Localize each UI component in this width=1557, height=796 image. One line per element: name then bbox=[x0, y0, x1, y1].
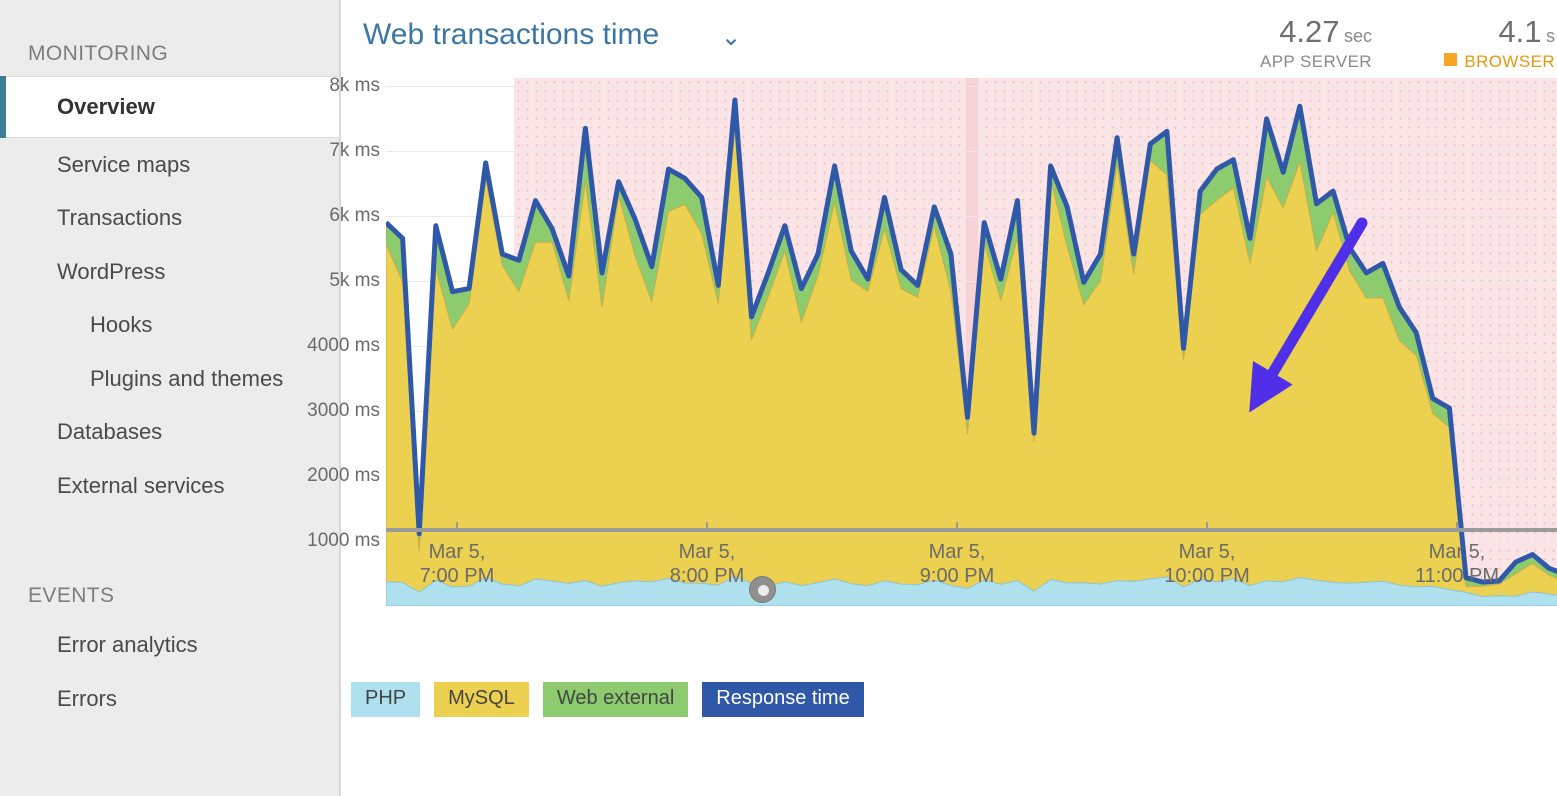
sidebar-item-label: Errors bbox=[57, 685, 117, 711]
chart-plot-area[interactable]: 8k ms 7k ms 6k ms 5k ms 4000 ms 3000 ms … bbox=[307, 75, 1557, 606]
sidebar-item-label: Overview bbox=[57, 94, 155, 119]
x-axis-tick-label: Mar 5, 8:00 PM bbox=[670, 540, 744, 588]
sidebar-item-plugins-and-themes[interactable]: Plugins and themes bbox=[0, 352, 339, 406]
chart-range-drag-handle[interactable] bbox=[749, 576, 776, 603]
browser-swatch-icon bbox=[1444, 52, 1458, 66]
x-tick-time: 8:00 PM bbox=[669, 565, 745, 587]
chart-series-group bbox=[386, 78, 1557, 606]
page-title: Web transactions time bbox=[363, 18, 660, 51]
metric-browser-value: 4.1 bbox=[1498, 14, 1542, 49]
metric-app-server-unit: sec bbox=[1343, 26, 1372, 46]
x-tick-time: 10:00 PM bbox=[1164, 565, 1250, 587]
legend-item-response-time[interactable]: Response time bbox=[702, 682, 864, 717]
x-tick-date: Mar 5, bbox=[1178, 541, 1236, 563]
sidebar-item-label: External services bbox=[57, 472, 225, 498]
sidebar-item-label: Databases bbox=[57, 419, 163, 444]
chart-header: Web transactions time ⌄ 4.27 sec APP SER… bbox=[341, 0, 1557, 78]
sidebar-item-transactions[interactable]: Transactions bbox=[0, 191, 339, 245]
x-tick-time: 7:00 PM bbox=[419, 565, 495, 587]
sidebar-item-wordpress[interactable]: WordPress bbox=[0, 245, 339, 299]
sidebar-item-overview[interactable]: Overview bbox=[0, 76, 339, 138]
x-tick-date: Mar 5, bbox=[678, 541, 736, 563]
x-axis-tick bbox=[1456, 522, 1458, 528]
chart-canvas: 8k ms 7k ms 6k ms 5k ms 4000 ms 3000 ms … bbox=[307, 75, 1557, 606]
metric-browser-label-row: BROWSER bbox=[1444, 51, 1555, 71]
y-axis-tick-label: 8k ms bbox=[329, 75, 380, 96]
sidebar-nav: MONITORING Overview Service maps Transac… bbox=[0, 0, 341, 796]
metric-app-server-label: APP SERVER bbox=[1259, 51, 1372, 71]
chart-legend: PHP MySQL Web external Response time bbox=[351, 682, 864, 717]
sidebar-item-label: Hooks bbox=[90, 312, 153, 337]
y-axis-tick-label: 3000 ms bbox=[307, 400, 380, 421]
y-axis-tick-label: 2000 ms bbox=[307, 465, 380, 486]
x-axis-tick-label: Mar 5, 7:00 PM bbox=[420, 540, 494, 588]
x-tick-time: 9:00 PM bbox=[919, 565, 995, 587]
sidebar-item-external-services[interactable]: External services bbox=[0, 459, 339, 513]
sidebar-item-error-analytics[interactable]: Error analytics bbox=[0, 618, 339, 672]
legend-item-php[interactable]: PHP bbox=[351, 682, 421, 717]
x-axis-tick bbox=[956, 522, 958, 528]
sidebar-item-label: Error analytics bbox=[57, 632, 198, 657]
x-axis-tick-label: Mar 5, 10:00 PM bbox=[1164, 540, 1250, 588]
metric-browser: 4.1 s BROWSER bbox=[1444, 14, 1555, 71]
sidebar-item-hooks[interactable]: Hooks bbox=[0, 298, 339, 352]
sidebar-section-events-title: EVENTS bbox=[28, 584, 115, 607]
sidebar-item-label: WordPress bbox=[57, 258, 166, 284]
sidebar-item-label: Service maps bbox=[57, 151, 191, 177]
y-axis-tick-label: 7k ms bbox=[329, 140, 380, 161]
x-axis-tick-label: Mar 5, 9:00 PM bbox=[920, 540, 994, 588]
sidebar-section-monitoring-title: MONITORING bbox=[28, 42, 169, 65]
legend-item-mysql[interactable]: MySQL bbox=[434, 682, 529, 717]
y-axis-tick-label: 1000 ms bbox=[307, 530, 380, 551]
monitoring-overview-page: MONITORING Overview Service maps Transac… bbox=[0, 0, 1557, 796]
sidebar-item-service-maps[interactable]: Service maps bbox=[0, 138, 339, 192]
sidebar-item-label: Transactions bbox=[57, 205, 183, 230]
x-tick-time: 11:00 PM bbox=[1414, 565, 1500, 587]
sidebar-item-label: Plugins and themes bbox=[90, 365, 284, 391]
x-tick-date: Mar 5, bbox=[1428, 541, 1486, 563]
y-axis-tick-label: 4000 ms bbox=[307, 335, 380, 356]
chevron-down-icon[interactable]: ⌄ bbox=[721, 26, 741, 50]
x-axis-tick bbox=[706, 522, 708, 528]
x-axis-tick-label: Mar 5, 11:00 PM bbox=[1415, 540, 1499, 588]
x-axis-tick bbox=[1206, 522, 1208, 528]
sidebar-item-databases[interactable]: Databases bbox=[0, 405, 339, 459]
x-tick-date: Mar 5, bbox=[428, 541, 486, 563]
sidebar-item-errors[interactable]: Errors bbox=[0, 672, 339, 726]
metric-app-server-value: 4.27 bbox=[1279, 14, 1340, 49]
x-tick-date: Mar 5, bbox=[928, 541, 986, 563]
metric-browser-label: BROWSER bbox=[1464, 51, 1555, 71]
legend-item-web-external[interactable]: Web external bbox=[542, 682, 689, 717]
metric-browser-unit: s bbox=[1546, 26, 1555, 46]
y-axis-tick-label: 5k ms bbox=[329, 270, 380, 291]
metric-app-server: 4.27 sec APP SERVER bbox=[1259, 14, 1372, 71]
x-axis-tick bbox=[456, 522, 458, 528]
chart-panel: Web transactions time ⌄ 4.27 sec APP SER… bbox=[307, 0, 1557, 796]
x-axis: Mar 5, 7:00 PM Mar 5, 8:00 PM Mar 5, 9:0… bbox=[386, 522, 1557, 587]
y-axis-tick-label: 6k ms bbox=[329, 205, 380, 226]
